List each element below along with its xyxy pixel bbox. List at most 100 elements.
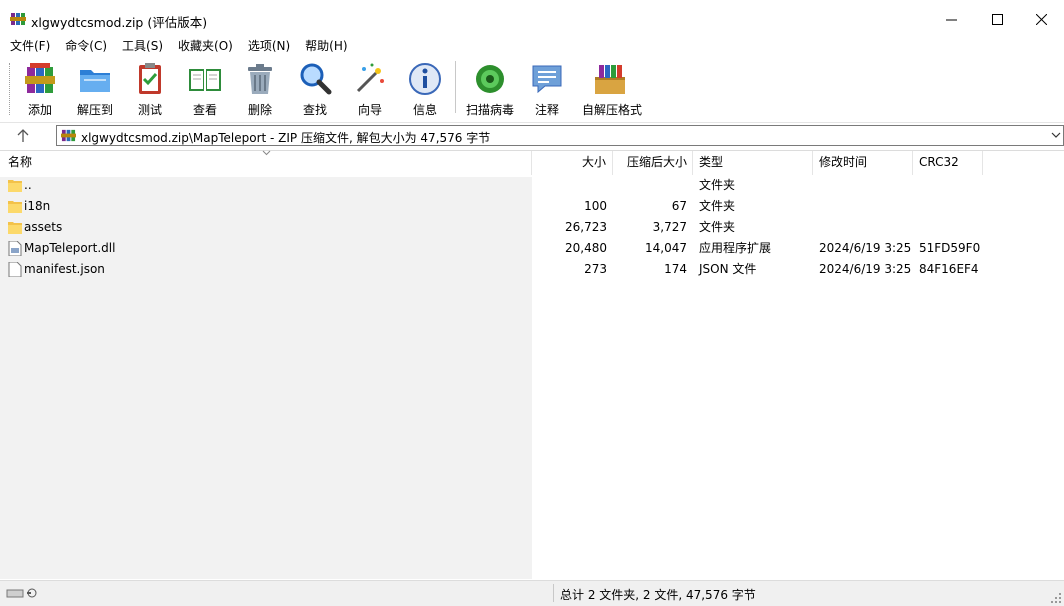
magnifier-icon [300, 63, 332, 95]
column-header-size[interactable]: 大小 [532, 151, 613, 175]
column-packed-label: 压缩后大小 [626, 155, 687, 169]
address-bar[interactable]: xlgwydtcsmod.zip\MapTeleport - ZIP 压缩文件,… [56, 125, 1064, 146]
info-icon [409, 63, 441, 95]
file-modified: 2024/6/19 3:25 [819, 241, 912, 255]
up-arrow-icon[interactable] [14, 127, 32, 145]
file-size: 20,480 [565, 241, 607, 255]
column-crc-label: CRC32 [919, 155, 959, 169]
add-button[interactable]: 添加 [12, 61, 68, 117]
toolbar: 添加 解压到 测试 查看 删除 查找 向导 信息 扫描病毒 注释 自解压格式 [0, 57, 1064, 123]
info-button[interactable]: 信息 [397, 61, 453, 117]
column-header-name[interactable]: 名称 [0, 150, 532, 175]
dll-file-icon [8, 241, 22, 256]
test-label: 测试 [137, 103, 162, 117]
view-book-icon [189, 69, 221, 91]
table-row[interactable]: manifest.json 273 174 JSON 文件 2024/6/19 … [0, 259, 1064, 280]
sort-chevron-icon [262, 150, 271, 156]
add-archive-icon [25, 63, 55, 93]
virus-scan-button[interactable]: 扫描病毒 [462, 61, 518, 117]
file-size: 273 [584, 262, 607, 276]
table-row[interactable]: i18n 100 67 文件夹 [0, 196, 1064, 217]
column-header-packed[interactable]: 压缩后大小 [613, 151, 693, 175]
close-button[interactable] [1018, 0, 1064, 38]
table-row[interactable]: MapTeleport.dll 20,480 14,047 应用程序扩展 202… [0, 238, 1064, 259]
column-header-modified[interactable]: 修改时间 [813, 151, 913, 175]
extract-folder-icon [80, 70, 110, 92]
view-label: 查看 [192, 103, 217, 117]
find-label: 查找 [302, 103, 327, 117]
extract-to-button[interactable]: 解压到 [67, 61, 123, 117]
toolbar-separator [455, 61, 456, 113]
resize-grip-icon[interactable] [1050, 592, 1062, 604]
chevron-down-icon[interactable] [1051, 130, 1061, 140]
file-size: 100 [584, 199, 607, 213]
file-size: 26,723 [565, 220, 607, 234]
menu-options[interactable]: 选项(N) [238, 38, 297, 57]
close-icon [1035, 13, 1047, 25]
file-packed-size: 3,727 [652, 220, 687, 234]
file-name: manifest.json [24, 262, 105, 276]
comment-icon [532, 65, 562, 94]
minimize-button[interactable] [928, 0, 974, 38]
comment-button[interactable]: 注释 [519, 61, 575, 117]
sfx-archive-icon [595, 65, 625, 94]
maximize-button[interactable] [974, 0, 1020, 38]
file-type: 文件夹 [699, 220, 736, 234]
delete-label: 删除 [247, 103, 272, 117]
menu-bar: 文件(F) 命令(C) 工具(S) 收藏夹(O) 选项(N) 帮助(H) [0, 38, 1064, 57]
winrar-window: xlgwydtcsmod.zip (评估版本) 文件(F) 命令(C) 工具(S… [0, 0, 1064, 606]
file-packed-size: 174 [664, 262, 687, 276]
file-name: i18n [24, 199, 51, 213]
address-row: xlgwydtcsmod.zip\MapTeleport - ZIP 压缩文件,… [0, 122, 1064, 151]
virus-scan-label: 扫描病毒 [465, 103, 514, 117]
menu-favorites[interactable]: 收藏夹(O) [168, 38, 240, 57]
folder-icon [8, 201, 22, 213]
file-packed-size: 67 [671, 199, 687, 213]
column-type-label: 类型 [699, 155, 724, 169]
title-bar: xlgwydtcsmod.zip (评估版本) [0, 0, 1064, 38]
folder-icon [8, 180, 22, 192]
column-modified-label: 修改时间 [819, 155, 868, 169]
file-name: MapTeleport.dll [24, 241, 116, 255]
sfx-label: 自解压格式 [582, 103, 643, 117]
column-size-label: 大小 [581, 155, 606, 169]
menu-file[interactable]: 文件(F) [0, 38, 57, 57]
file-type: 文件夹 [699, 178, 736, 192]
column-header-type[interactable]: 类型 [693, 151, 813, 175]
file-packed-size: 14,047 [645, 241, 687, 255]
add-label: 添加 [27, 103, 52, 117]
menu-command[interactable]: 命令(C) [55, 38, 114, 57]
info-label: 信息 [412, 103, 437, 117]
extract-to-label: 解压到 [76, 103, 113, 117]
zip-archive-icon [61, 129, 76, 142]
file-type: JSON 文件 [699, 262, 757, 276]
file-crc: 51FD59F0 [919, 241, 981, 255]
menu-help[interactable]: 帮助(H) [295, 38, 354, 57]
file-list: 名称 大小 压缩后大小 类型 修改时间 CRC32 .. 文件夹 i18n 10… [0, 150, 1064, 579]
file-modified: 2024/6/19 3:25 [819, 262, 912, 276]
minimize-icon [945, 19, 957, 20]
wizard-button[interactable]: 向导 [342, 61, 398, 117]
test-button[interactable]: 测试 [122, 61, 178, 117]
file-name: assets [24, 220, 63, 234]
test-clipboard-icon [139, 63, 161, 94]
status-summary: 总计 2 文件夹, 2 文件, 47,576 字节 [560, 588, 756, 602]
status-bar: 总计 2 文件夹, 2 文件, 47,576 字节 [0, 580, 1064, 606]
file-icon [8, 262, 22, 277]
view-button[interactable]: 查看 [177, 61, 233, 117]
winrar-app-icon [10, 13, 26, 25]
status-divider [553, 584, 554, 602]
menu-tools[interactable]: 工具(S) [112, 38, 170, 57]
maximize-icon [991, 13, 1003, 25]
sfx-button[interactable]: 自解压格式 [582, 61, 643, 117]
column-header-crc[interactable]: CRC32 [913, 151, 983, 175]
delete-button[interactable]: 删除 [232, 61, 288, 117]
table-row[interactable]: .. 文件夹 [0, 175, 1064, 196]
drive-lock-icon[interactable] [6, 587, 40, 599]
find-button[interactable]: 查找 [287, 61, 343, 117]
comment-label: 注释 [534, 103, 559, 117]
file-type: 应用程序扩展 [699, 241, 772, 255]
wizard-label: 向导 [357, 103, 382, 117]
virus-scan-icon [476, 65, 504, 93]
table-row[interactable]: assets 26,723 3,727 文件夹 [0, 217, 1064, 238]
